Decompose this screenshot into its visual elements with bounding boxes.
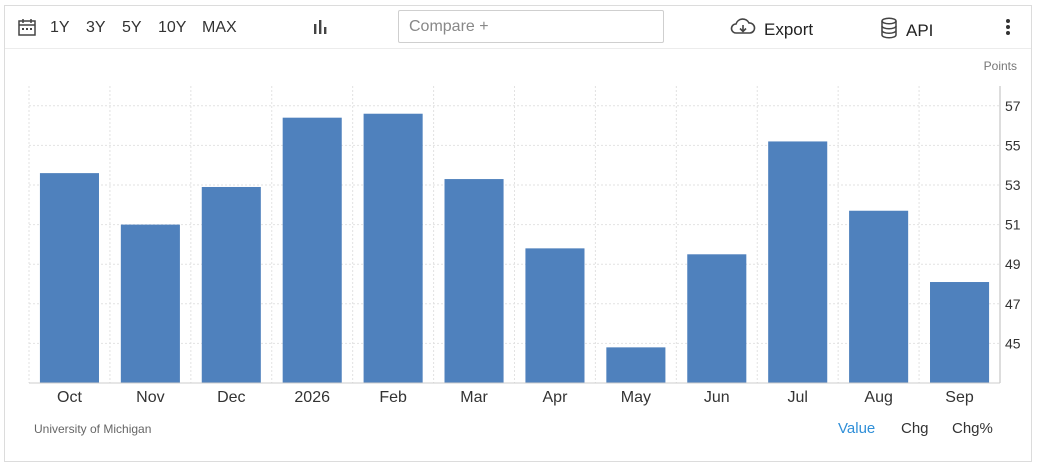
- bar: [849, 210, 909, 383]
- bar: [768, 141, 828, 383]
- tab-value[interactable]: Value: [838, 420, 875, 437]
- x-tick-label: 2026: [294, 389, 330, 406]
- x-tick-label: Mar: [460, 389, 488, 406]
- source-label: University of Michigan: [34, 422, 152, 436]
- x-tick-label: Dec: [217, 389, 245, 406]
- bar: [282, 117, 342, 384]
- y-tick-label: 57: [1005, 98, 1021, 114]
- y-tick-label: 45: [1005, 335, 1021, 351]
- y-tick-label: 49: [1005, 256, 1021, 272]
- chart-widget: 1Y 3Y 5Y 10Y MAX Export: [4, 5, 1032, 462]
- x-tick-label: Jul: [787, 389, 807, 406]
- x-tick-label: Nov: [136, 389, 164, 406]
- x-tick-label: Feb: [379, 389, 407, 406]
- bar: [930, 282, 990, 383]
- bar: [363, 113, 423, 383]
- x-tick-label: Jun: [704, 389, 730, 406]
- x-tick-label: Oct: [57, 389, 82, 406]
- y-tick-label: 47: [1005, 296, 1021, 312]
- bar: [39, 173, 99, 383]
- bar: [444, 179, 504, 383]
- x-tick-label: Apr: [543, 389, 569, 406]
- bar: [525, 248, 585, 383]
- y-tick-label: 53: [1005, 177, 1021, 193]
- y-tick-label: 55: [1005, 137, 1021, 153]
- bar-chart: 45 47 49 51 53 55 57 Oct Nov Dec 2026 Feb Mar Apr May J…: [28, 86, 1021, 406]
- y-tick-label: 51: [1005, 217, 1021, 233]
- tab-chg[interactable]: Chg: [901, 420, 929, 437]
- bar: [201, 186, 261, 383]
- x-tick-label: Sep: [945, 389, 974, 406]
- x-tick-label: Aug: [864, 389, 892, 406]
- bar: [687, 254, 747, 383]
- tab-chg-percent[interactable]: Chg%: [952, 420, 993, 437]
- bar: [606, 347, 666, 383]
- bar: [120, 224, 180, 383]
- x-tick-label: May: [621, 389, 651, 406]
